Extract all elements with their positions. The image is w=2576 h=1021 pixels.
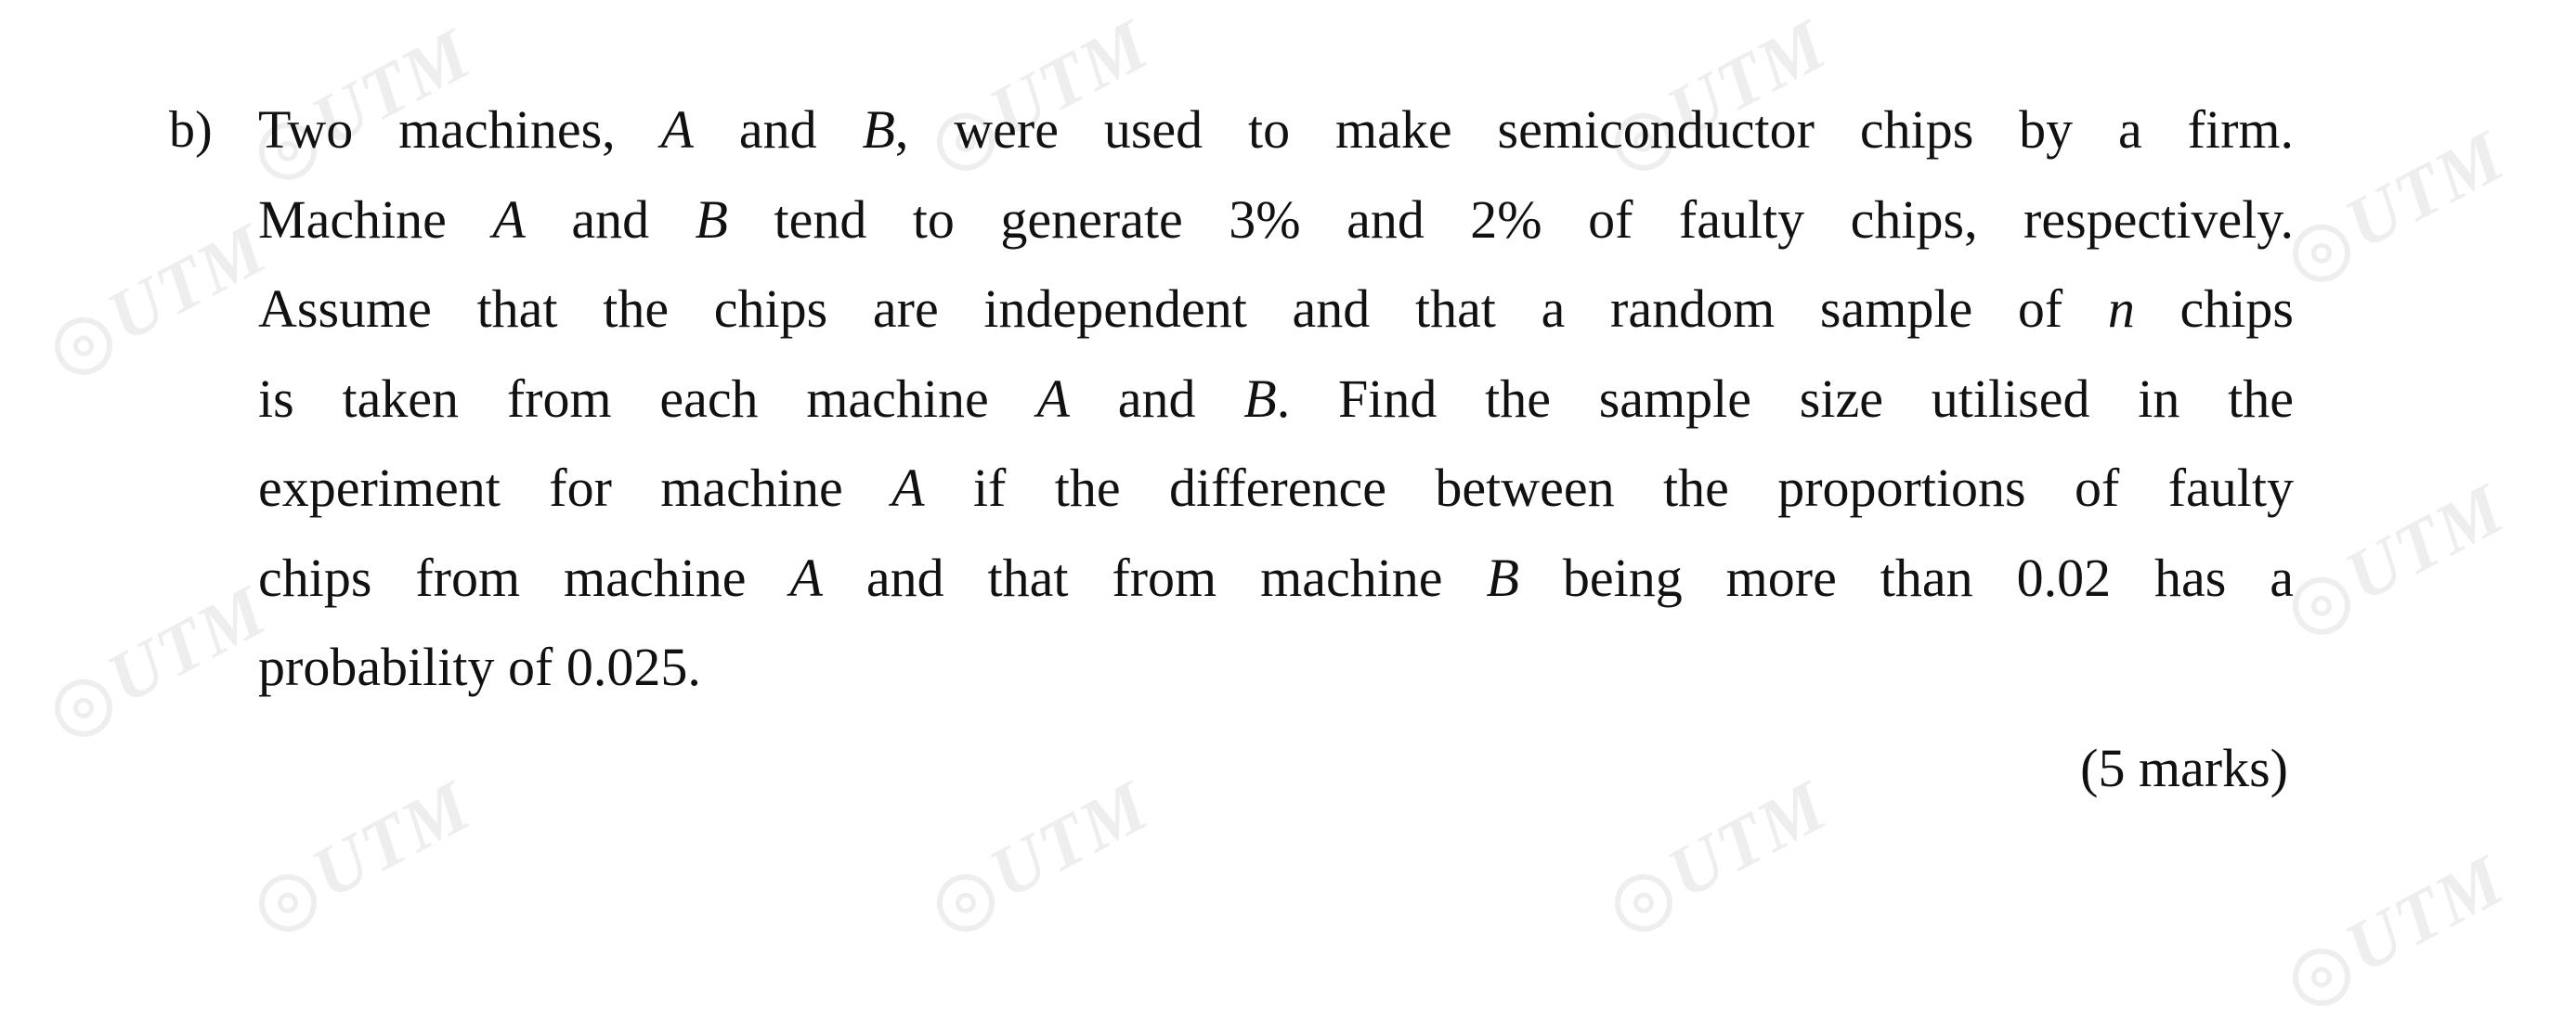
question-block: b) Two machines, A and B, were used to m… — [0, 0, 2576, 928]
question-line: Machine A and B tend to generate 3% and … — [258, 188, 2294, 250]
math-variable: A — [660, 99, 694, 160]
question-line: experiment for machine A if the differen… — [258, 458, 2294, 518]
math-variable: B — [1243, 368, 1277, 429]
math-variable: n — [2107, 278, 2135, 339]
question-label: b) — [169, 101, 213, 159]
math-variable: A — [891, 458, 925, 518]
question-text: Two machines, A and B, were used to make… — [258, 85, 2294, 713]
question-line: is taken from each machine A and B. Find… — [258, 368, 2294, 429]
question-line: probability of 0.025. — [258, 637, 701, 697]
question-line: Assume that the chips are independent an… — [258, 278, 2294, 339]
question-line: chips from machine A and that from machi… — [258, 547, 2295, 608]
marks-allocation: (5 marks) — [2080, 738, 2288, 798]
math-variable: B — [1486, 547, 1519, 608]
utm-seal-icon — [2283, 937, 2361, 1016]
math-variable: B — [862, 99, 895, 160]
question-line: Two machines, A and B, were used to make… — [258, 99, 2294, 160]
math-variable: A — [492, 188, 526, 250]
math-variable: A — [789, 547, 823, 608]
math-variable: A — [1036, 368, 1070, 429]
math-variable: B — [695, 188, 728, 250]
